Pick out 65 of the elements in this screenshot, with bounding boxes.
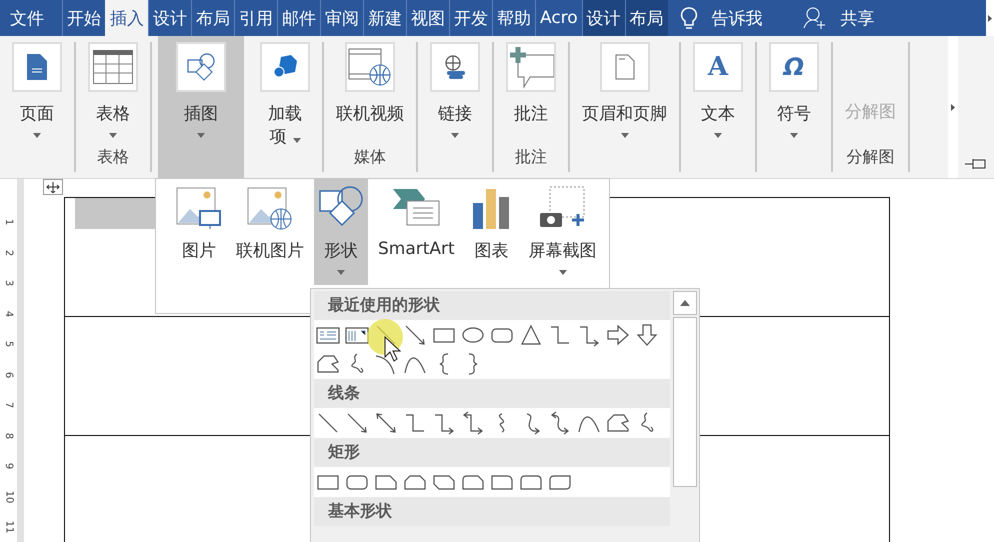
group-label: 媒体 <box>354 146 386 168</box>
tell-me-field[interactable]: 告诉我 <box>712 6 763 30</box>
section-heading: 矩形 <box>328 442 360 463</box>
ruler-number: 10 <box>2 490 16 503</box>
text-glyph: A <box>708 52 728 82</box>
move-icon <box>46 181 60 193</box>
elbow-double-arrow-icon[interactable] <box>461 411 485 435</box>
shapes-icon <box>186 52 216 82</box>
scroll-right-icon[interactable] <box>988 14 992 22</box>
scrollbar-thumb[interactable] <box>673 317 697 487</box>
triangle-icon[interactable] <box>519 323 543 347</box>
section-heading: 最近使用的形状 <box>328 295 440 316</box>
ribbon-tab[interactable]: 插入 <box>105 0 148 36</box>
ruler-number: 8 <box>2 432 16 439</box>
menu-item[interactable]: 屏幕截图 <box>524 179 601 275</box>
scroll-right-icon[interactable] <box>951 104 955 110</box>
group-label: 批注 <box>515 146 547 168</box>
ribbon-button[interactable]: 联机视频 <box>330 36 410 142</box>
ribbon-button[interactable]: A 文本 <box>687 36 749 142</box>
video-globe-icon <box>348 47 392 87</box>
menu-item[interactable]: 形状 <box>314 179 368 285</box>
person-add-icon[interactable] <box>802 6 827 30</box>
document-icon <box>614 54 634 80</box>
right-arrow-icon[interactable] <box>606 323 630 347</box>
ribbon-button[interactable]: 表格 <box>82 36 144 142</box>
ribbon-button[interactable]: 加载 项 <box>254 36 316 148</box>
table-move-handle[interactable] <box>43 179 63 195</box>
ribbon-button[interactable]: 页面 <box>6 36 68 142</box>
lightbulb-icon[interactable] <box>680 6 698 30</box>
ruler-number: 1 <box>2 218 16 226</box>
group-label: 表格 <box>97 146 129 168</box>
ribbon-button[interactable]: 批注 <box>500 36 562 142</box>
ribbon-tab[interactable]: 设计 <box>582 0 625 36</box>
table-icon <box>93 50 133 84</box>
scroll-up-button[interactable] <box>673 291 697 315</box>
image-monitor-icon <box>176 185 222 231</box>
menu-item[interactable]: 图表 <box>464 179 519 262</box>
ribbon-button[interactable]: 链接 <box>424 36 486 142</box>
ruler-number: 2 <box>2 249 16 256</box>
image-globe-icon <box>247 185 293 231</box>
ruler-number: 11 <box>2 520 16 534</box>
group-label: 分解图 <box>846 146 894 168</box>
ruler-number: 5 <box>2 340 16 348</box>
arrow-line-icon[interactable] <box>345 411 369 435</box>
section-heading: 线条 <box>328 383 360 404</box>
page-icon <box>26 53 48 81</box>
up-arrow-icon <box>680 300 690 306</box>
section-heading: 基本形状 <box>328 501 392 522</box>
line-icon[interactable] <box>316 411 340 435</box>
menu-item[interactable]: SmartArt <box>374 179 459 259</box>
ribbon-tab[interactable]: 布局 <box>624 0 668 36</box>
ribbon-button[interactable]: 页眉和页脚 <box>576 36 673 142</box>
down-arrow-icon[interactable] <box>635 323 659 347</box>
arrow-line-icon[interactable] <box>403 323 427 347</box>
ruler-number: 9 <box>2 462 16 470</box>
comment-icon <box>508 45 554 89</box>
double-arrow-line-icon[interactable] <box>374 411 398 435</box>
ribbon-button[interactable]: Ω 符号 <box>763 36 825 142</box>
ruler-number: 4 <box>2 310 16 317</box>
ruler-number: 6 <box>2 371 16 378</box>
ruler-number: 3 <box>2 280 16 286</box>
text-glyph: Ω <box>784 53 804 81</box>
pin-icon[interactable] <box>965 158 987 170</box>
share-button[interactable]: 共享 <box>840 6 875 30</box>
ruler-number: 7 <box>2 402 16 408</box>
